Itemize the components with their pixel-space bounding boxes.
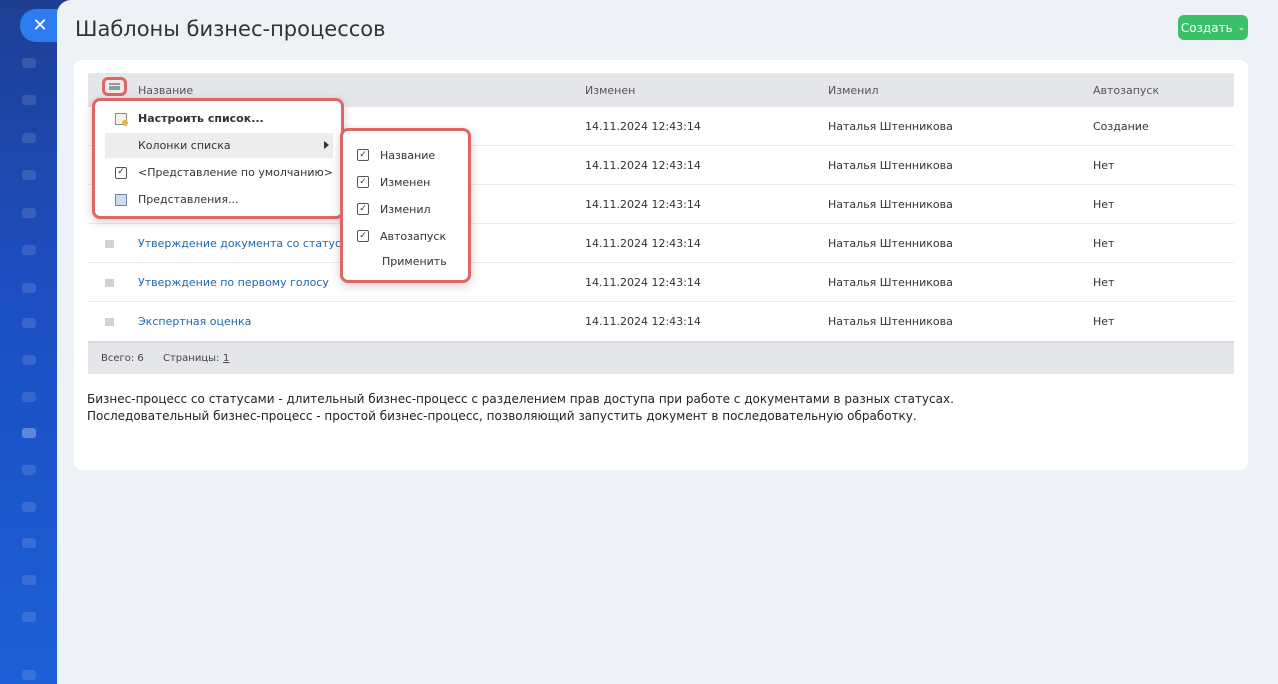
- column-header-name[interactable]: Название: [138, 84, 193, 97]
- rail-icon: [22, 95, 36, 105]
- row-checkbox[interactable]: [105, 279, 114, 287]
- column-toggle-label: Изменил: [380, 202, 431, 216]
- chevron-right-icon: [324, 141, 329, 149]
- pages-label: Страницы:: [163, 353, 220, 364]
- row-autorun: Нет: [1093, 237, 1115, 250]
- row-modified: 14.11.2024 12:43:14: [585, 159, 701, 172]
- column-toggle-label: Изменен: [380, 175, 431, 189]
- rail-icon: [22, 170, 36, 180]
- row-modified: 14.11.2024 12:43:14: [585, 237, 701, 250]
- rail-icon: [22, 355, 36, 365]
- row-name-link[interactable]: Утверждение по первому голосу: [138, 276, 329, 289]
- row-author: Наталья Штенникова: [828, 315, 953, 328]
- column-toggle-autorun[interactable]: ✓ Автозапуск: [357, 227, 446, 245]
- description: Бизнес-процесс со статусами - длительный…: [87, 391, 954, 425]
- menu-item-label: Представления...: [138, 193, 239, 206]
- rail-icon: [22, 538, 36, 548]
- description-line: Бизнес-процесс со статусами - длительный…: [87, 392, 954, 406]
- grid-settings-menu: Настроить список... Колонки списка ✓ <Пр…: [92, 98, 344, 219]
- page-link[interactable]: 1: [223, 353, 229, 364]
- row-checkbox[interactable]: [105, 240, 114, 248]
- column-toggle-author[interactable]: ✓ Изменил: [357, 200, 431, 218]
- rail-icon: [22, 318, 36, 328]
- menu-item-label: <Представление по умолчанию>: [138, 166, 333, 179]
- table-row[interactable]: Утверждение по первому голосу 14.11.2024…: [88, 263, 1234, 302]
- rail-icon: [22, 612, 36, 622]
- rail-icon: [22, 428, 36, 438]
- row-modified: 14.11.2024 12:43:14: [585, 276, 701, 289]
- row-author: Наталья Штенникова: [828, 159, 953, 172]
- column-toggle-label: Название: [380, 148, 436, 162]
- rail-icon: [22, 283, 36, 293]
- menu-item-columns[interactable]: Колонки списка: [105, 133, 333, 158]
- checkbox-checked: ✓: [115, 166, 127, 179]
- row-modified: 14.11.2024 12:43:14: [585, 198, 701, 211]
- row-author: Наталья Штенникова: [828, 120, 953, 133]
- column-header-modified[interactable]: Изменен: [585, 84, 635, 97]
- column-header-autorun[interactable]: Автозапуск: [1093, 84, 1159, 97]
- column-toggle-label: Автозапуск: [380, 229, 447, 243]
- row-author: Наталья Штенникова: [828, 198, 953, 211]
- row-author: Наталья Штенникова: [828, 237, 953, 250]
- menu-item-default-view[interactable]: ✓ <Представление по умолчанию>: [105, 160, 333, 185]
- chevron-down-icon: ⌄: [1237, 22, 1246, 33]
- grid-settings-button[interactable]: [102, 77, 127, 96]
- column-header-author[interactable]: Изменил: [828, 84, 879, 97]
- description-line: Последовательный бизнес-процесс - просто…: [87, 409, 917, 423]
- rail-icon: [22, 392, 36, 402]
- row-autorun: Нет: [1093, 276, 1115, 289]
- left-navigation-rail: [0, 0, 58, 684]
- menu-item-label: Колонки списка: [138, 139, 231, 152]
- column-toggle-modified[interactable]: ✓ Изменен: [357, 173, 430, 191]
- rail-icon: [22, 208, 36, 218]
- row-name-link[interactable]: Экспертная оценка: [138, 315, 251, 328]
- row-autorun: Нет: [1093, 315, 1115, 328]
- rail-icon: [22, 465, 36, 475]
- views-icon: [115, 193, 127, 206]
- row-modified: 14.11.2024 12:43:14: [585, 315, 701, 328]
- table-row[interactable]: Утверждение документа со статусами 14.11…: [88, 224, 1234, 263]
- create-button[interactable]: Создать ⌄: [1178, 15, 1248, 40]
- menu-item-configure[interactable]: Настроить список...: [105, 106, 333, 131]
- rail-icon: [22, 245, 36, 255]
- close-icon: ✕: [32, 15, 48, 36]
- checkbox-checked[interactable]: ✓: [357, 230, 369, 242]
- page-title: Шаблоны бизнес-процессов: [75, 17, 386, 41]
- settings-icon: [115, 112, 128, 126]
- row-checkbox[interactable]: [105, 318, 114, 326]
- checkbox-checked[interactable]: ✓: [357, 203, 369, 215]
- columns-submenu: ✓ Название ✓ Изменен ✓ Изменил ✓ Автозап…: [340, 128, 471, 283]
- table-footer: Всего: 6 Страницы: 1: [88, 341, 1234, 374]
- total-count: Всего: 6: [101, 353, 144, 364]
- rail-icon: [22, 133, 36, 143]
- column-toggle-name[interactable]: ✓ Название: [357, 146, 435, 164]
- row-modified: 14.11.2024 12:43:14: [585, 120, 701, 133]
- row-name-link[interactable]: Утверждение документа со статусами: [138, 237, 363, 250]
- menu-icon: [109, 83, 120, 90]
- rail-icon: [22, 575, 36, 585]
- create-button-label: Создать: [1180, 20, 1233, 35]
- checkbox-checked[interactable]: ✓: [357, 176, 369, 188]
- rail-icon: [22, 670, 36, 680]
- close-slider-button[interactable]: ✕: [20, 9, 60, 42]
- table-row[interactable]: Экспертная оценка 14.11.2024 12:43:14 На…: [88, 302, 1234, 341]
- row-autorun: Нет: [1093, 159, 1115, 172]
- row-autorun: Нет: [1093, 198, 1115, 211]
- rail-icon: [22, 502, 36, 512]
- row-author: Наталья Штенникова: [828, 276, 953, 289]
- rail-icon: [22, 58, 36, 68]
- checkbox-checked[interactable]: ✓: [357, 149, 369, 161]
- row-autorun: Создание: [1093, 120, 1149, 133]
- menu-item-views[interactable]: Представления...: [105, 187, 333, 212]
- apply-button[interactable]: Применить: [382, 255, 447, 268]
- menu-item-label: Настроить список...: [138, 112, 264, 125]
